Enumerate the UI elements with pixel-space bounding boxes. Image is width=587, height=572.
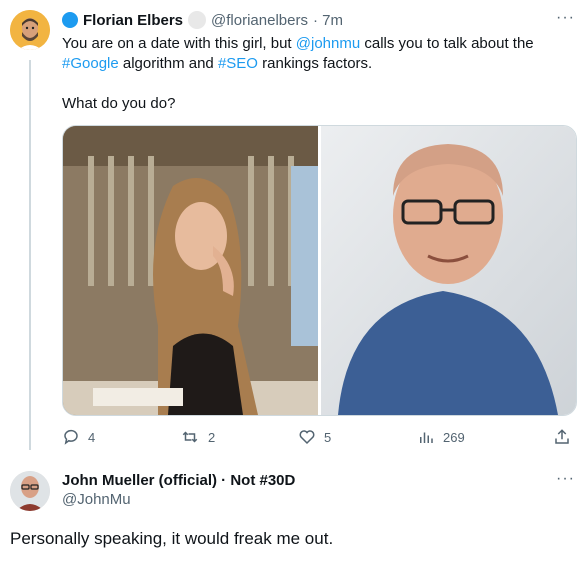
share-button[interactable] — [553, 428, 571, 446]
mention-link[interactable]: @johnmu — [296, 35, 360, 52]
like-icon — [299, 430, 315, 445]
retweet-count: 2 — [208, 429, 216, 445]
views-count: 269 — [443, 429, 465, 445]
hashtag-seo-link[interactable]: #SEO — [218, 55, 258, 72]
tweet-text-part: algorithm and — [118, 55, 218, 72]
verified-badge-icon — [62, 12, 78, 28]
tweet-time[interactable]: · 7m — [313, 12, 343, 29]
reply-icon — [64, 429, 78, 445]
reply-button[interactable]: 4 — [62, 428, 95, 446]
tweet-media-grid — [62, 125, 577, 416]
like-count: 5 — [324, 429, 332, 445]
more-options-icon[interactable]: ··· — [556, 9, 575, 27]
retweet-icon — [182, 431, 198, 443]
hashtag-google-link[interactable]: #Google — [62, 55, 119, 72]
avatar-florian[interactable] — [10, 10, 50, 50]
tweet-text-part: rankings factors. — [257, 55, 373, 72]
tweet-question: What do you do? — [62, 95, 176, 112]
tweet-header: Florian Elbers @florianelbers · 7m — [62, 11, 343, 29]
reply-handle[interactable]: @JohnMu — [62, 491, 295, 508]
tweet-text: You are on a date with this girl, but @j… — [62, 34, 572, 114]
tweet-handle[interactable]: @florianelbers — [211, 12, 308, 29]
avatar-john-mueller[interactable] — [10, 471, 50, 511]
reply-more-options-icon[interactable]: ··· — [556, 470, 575, 488]
reply-text: Personally speaking, it would freak me o… — [10, 529, 334, 548]
retweet-button[interactable]: 2 — [180, 428, 215, 446]
share-icon — [555, 429, 569, 444]
reply-count: 4 — [88, 429, 96, 445]
media-image-right[interactable] — [321, 126, 576, 415]
tweet-author-name[interactable]: Florian Elbers — [83, 12, 183, 29]
reply-author-name[interactable]: John Mueller (official) · Not #30D — [62, 472, 295, 489]
media-image-left[interactable] — [63, 126, 318, 415]
reply-header: John Mueller (official) · Not #30D @John… — [62, 472, 295, 508]
tweet-text-part: You are on a date with this girl, but — [62, 35, 296, 52]
like-button[interactable]: 5 — [298, 428, 331, 446]
tweet-actions-bar: 4 2 5 269 — [62, 428, 575, 448]
tweet-text-part: calls you to talk about the — [360, 35, 534, 52]
views-icon — [420, 432, 433, 443]
views-button[interactable]: 269 — [417, 428, 465, 446]
thread-connector-line — [29, 60, 31, 450]
affiliate-badge-icon — [188, 11, 207, 29]
